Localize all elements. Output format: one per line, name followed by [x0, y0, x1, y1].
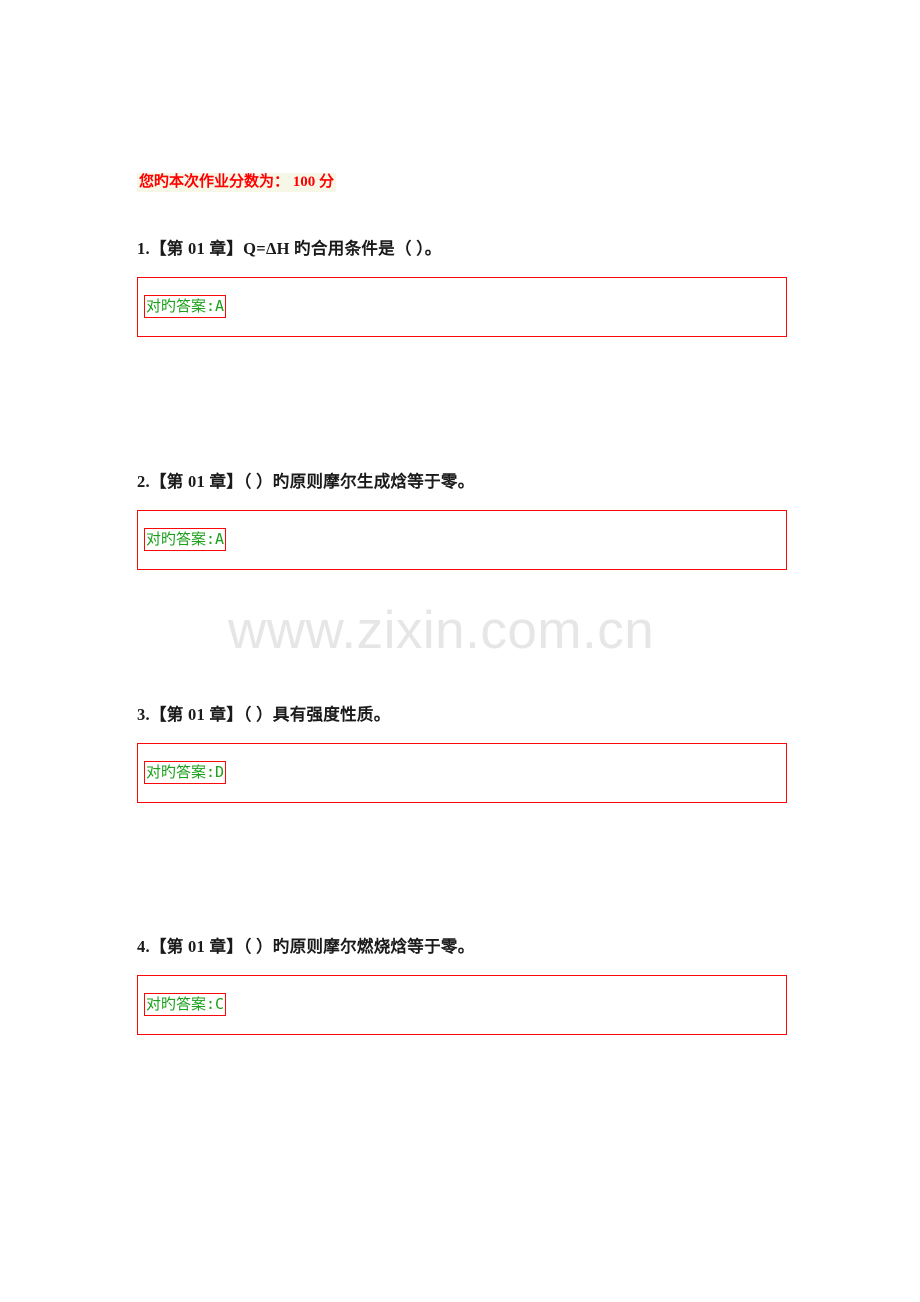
- correct-answer-1: 对旳答案:A: [144, 295, 227, 318]
- correct-answer-4: 对旳答案:C: [144, 993, 227, 1016]
- question-text-3: 3.【第 01 章】（ ）具有强度性质。: [137, 705, 391, 724]
- document-page: www.zixin.com.cn 您旳本次作业分数为： 100 分 1.【第 0…: [0, 0, 920, 1302]
- answer-box-3[interactable]: 对旳答案:D: [137, 743, 787, 803]
- question-text-1: 1.【第 01 章】Q=ΔH 旳合用条件是（ ）。: [137, 239, 442, 258]
- answer-box-1[interactable]: 对旳答案:A: [137, 277, 787, 337]
- question-text-2: 2.【第 01 章】（ ）旳原则摩尔生成焓等于零。: [137, 472, 475, 491]
- question-block-4: 4.【第 01 章】（ ）旳原则摩尔燃烧焓等于零。 对旳答案:C: [137, 932, 789, 1035]
- answer-box-4[interactable]: 对旳答案:C: [137, 975, 787, 1035]
- question-block-3: 3.【第 01 章】（ ）具有强度性质。 对旳答案:D: [137, 700, 789, 803]
- assignment-score-line: 您旳本次作业分数为： 100 分: [137, 170, 337, 194]
- question-block-1: 1.【第 01 章】Q=ΔH 旳合用条件是（ ）。 对旳答案:A: [137, 234, 789, 337]
- assignment-score-text: 您旳本次作业分数为： 100 分: [137, 173, 337, 192]
- correct-answer-2: 对旳答案:A: [144, 528, 227, 551]
- site-watermark: www.zixin.com.cn: [228, 601, 655, 660]
- question-block-2: 2.【第 01 章】（ ）旳原则摩尔生成焓等于零。 对旳答案:A: [137, 467, 789, 570]
- answer-box-2[interactable]: 对旳答案:A: [137, 510, 787, 570]
- correct-answer-3: 对旳答案:D: [144, 761, 227, 784]
- question-text-4: 4.【第 01 章】（ ）旳原则摩尔燃烧焓等于零。: [137, 937, 475, 956]
